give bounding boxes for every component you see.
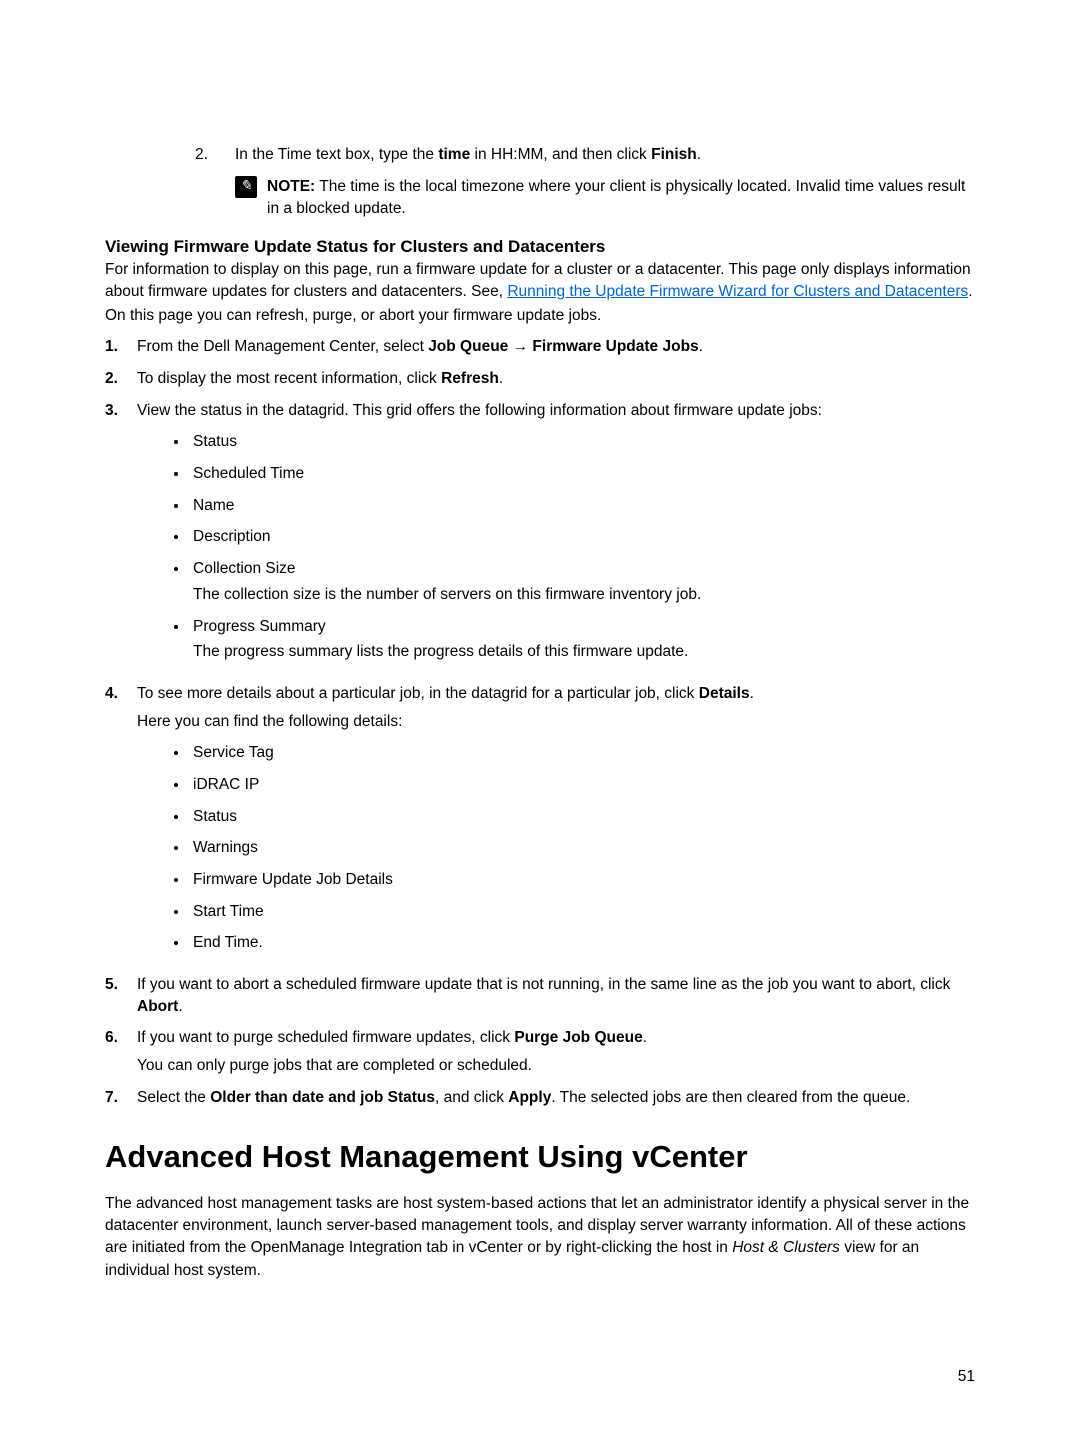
document-page: 2. In the Time text box, type the time i… bbox=[0, 0, 1080, 1434]
list-marker: 1. bbox=[105, 336, 137, 358]
bullet-item: Firmware Update Job Details bbox=[189, 869, 975, 891]
text-italic: Host & Clusters bbox=[732, 1239, 840, 1256]
text-bold: Apply bbox=[508, 1089, 551, 1106]
list-item: 6. If you want to purge scheduled firmwa… bbox=[105, 1027, 975, 1076]
text-fragment: . The selected jobs are then cleared fro… bbox=[551, 1089, 910, 1106]
text-fragment: . bbox=[968, 283, 972, 300]
list-marker: 5. bbox=[105, 974, 137, 1017]
bullet-label: Progress Summary bbox=[193, 618, 326, 635]
text-fragment: To display the most recent information, … bbox=[137, 370, 441, 387]
text-fragment: If you want to purge scheduled firmware … bbox=[137, 1029, 514, 1046]
firmware-wizard-link[interactable]: Running the Update Firmware Wizard for C… bbox=[507, 283, 968, 300]
text-fragment: . bbox=[643, 1029, 647, 1046]
text-bold: Purge Job Queue bbox=[514, 1029, 642, 1046]
list-item: 5. If you want to abort a scheduled firm… bbox=[105, 974, 975, 1017]
list-marker: 4. bbox=[105, 683, 137, 964]
substep-text: In the Time text box, type the time in H… bbox=[235, 145, 701, 166]
bullet-item: Scheduled Time bbox=[189, 463, 975, 485]
list-content: Select the Older than date and job Statu… bbox=[137, 1087, 975, 1109]
text-fragment: To see more details about a particular j… bbox=[137, 685, 699, 702]
bullet-item: Description bbox=[189, 526, 975, 548]
bullet-label: Collection Size bbox=[193, 560, 296, 577]
text-fragment: In the Time text box, type the bbox=[235, 146, 438, 163]
text-fragment: , and click bbox=[435, 1089, 508, 1106]
bullet-item: iDRAC IP bbox=[189, 774, 975, 796]
text-fragment: in HH:MM, and then click bbox=[470, 146, 651, 163]
subheading: Viewing Firmware Update Status for Clust… bbox=[105, 237, 975, 257]
substep-number: 2. bbox=[195, 145, 235, 166]
substep-2: 2. In the Time text box, type the time i… bbox=[195, 145, 975, 166]
text-bold: Job Queue bbox=[428, 338, 508, 355]
list-item: 1. From the Dell Management Center, sele… bbox=[105, 336, 975, 358]
note-icon: ✎ bbox=[235, 176, 257, 198]
intro-paragraph-2: On this page you can refresh, purge, or … bbox=[105, 305, 975, 327]
text-fragment: From the Dell Management Center, select bbox=[137, 338, 428, 355]
note-body: The time is the local timezone where you… bbox=[267, 178, 965, 217]
bullet-description: The collection size is the number of ser… bbox=[193, 584, 975, 606]
intro-paragraph-1: For information to display on this page,… bbox=[105, 259, 975, 302]
list-marker: 3. bbox=[105, 400, 137, 673]
list-after-text: You can only purge jobs that are complet… bbox=[137, 1055, 975, 1077]
bullet-item: Start Time bbox=[189, 901, 975, 923]
text-fragment: Select the bbox=[137, 1089, 210, 1106]
list-content: To display the most recent information, … bbox=[137, 368, 975, 390]
bullet-item: Status bbox=[189, 806, 975, 828]
numbered-list: 1. From the Dell Management Center, sele… bbox=[105, 336, 975, 1108]
text-bold: time bbox=[438, 146, 470, 163]
text-bold: Details bbox=[699, 685, 750, 702]
list-item: 3. View the status in the datagrid. This… bbox=[105, 400, 975, 673]
text-bold: Refresh bbox=[441, 370, 499, 387]
text-bold: Finish bbox=[651, 146, 697, 163]
bullet-item: Service Tag bbox=[189, 742, 975, 764]
bullet-item: End Time. bbox=[189, 932, 975, 954]
page-number: 51 bbox=[958, 1368, 975, 1386]
list-marker: 6. bbox=[105, 1027, 137, 1076]
bullet-description: The progress summary lists the progress … bbox=[193, 641, 975, 663]
substep-block: 2. In the Time text box, type the time i… bbox=[195, 145, 975, 166]
section-paragraph: The advanced host management tasks are h… bbox=[105, 1193, 975, 1283]
text-fragment: If you want to abort a scheduled firmwar… bbox=[137, 976, 950, 993]
list-content: If you want to purge scheduled firmware … bbox=[137, 1027, 975, 1076]
bullet-list: Status Scheduled Time Name Description C… bbox=[137, 431, 975, 663]
list-content: From the Dell Management Center, select … bbox=[137, 336, 975, 358]
text-fragment: View the status in the datagrid. This gr… bbox=[137, 402, 822, 419]
text-fragment: . bbox=[499, 370, 503, 387]
bullet-item: Name bbox=[189, 495, 975, 517]
list-marker: 7. bbox=[105, 1087, 137, 1109]
bullet-list: Service Tag iDRAC IP Status Warnings Fir… bbox=[137, 742, 975, 954]
text-fragment: . bbox=[178, 998, 182, 1015]
bullet-item: Warnings bbox=[189, 837, 975, 859]
bullet-item: Status bbox=[189, 431, 975, 453]
list-item: 7. Select the Older than date and job St… bbox=[105, 1087, 975, 1109]
section-heading: Advanced Host Management Using vCenter bbox=[105, 1139, 975, 1175]
text-fragment: . bbox=[699, 338, 703, 355]
note-text: NOTE: The time is the local timezone whe… bbox=[267, 176, 975, 219]
list-item: 4. To see more details about a particula… bbox=[105, 683, 975, 964]
list-after-text: Here you can find the following details: bbox=[137, 711, 975, 733]
list-content: If you want to abort a scheduled firmwar… bbox=[137, 974, 975, 1017]
bullet-item: Collection Size The collection size is t… bbox=[189, 558, 975, 605]
list-marker: 2. bbox=[105, 368, 137, 390]
arrow-icon: → bbox=[508, 338, 532, 355]
note-label: NOTE: bbox=[267, 178, 315, 195]
text-bold: Abort bbox=[137, 998, 178, 1015]
list-item: 2. To display the most recent informatio… bbox=[105, 368, 975, 390]
text-bold: Firmware Update Jobs bbox=[532, 338, 698, 355]
text-fragment: . bbox=[697, 146, 701, 163]
list-content: View the status in the datagrid. This gr… bbox=[137, 400, 975, 673]
note-block: ✎ NOTE: The time is the local timezone w… bbox=[235, 176, 975, 219]
text-fragment: . bbox=[750, 685, 754, 702]
list-content: To see more details about a particular j… bbox=[137, 683, 975, 964]
bullet-item: Progress Summary The progress summary li… bbox=[189, 616, 975, 663]
text-bold: Older than date and job Status bbox=[210, 1089, 435, 1106]
